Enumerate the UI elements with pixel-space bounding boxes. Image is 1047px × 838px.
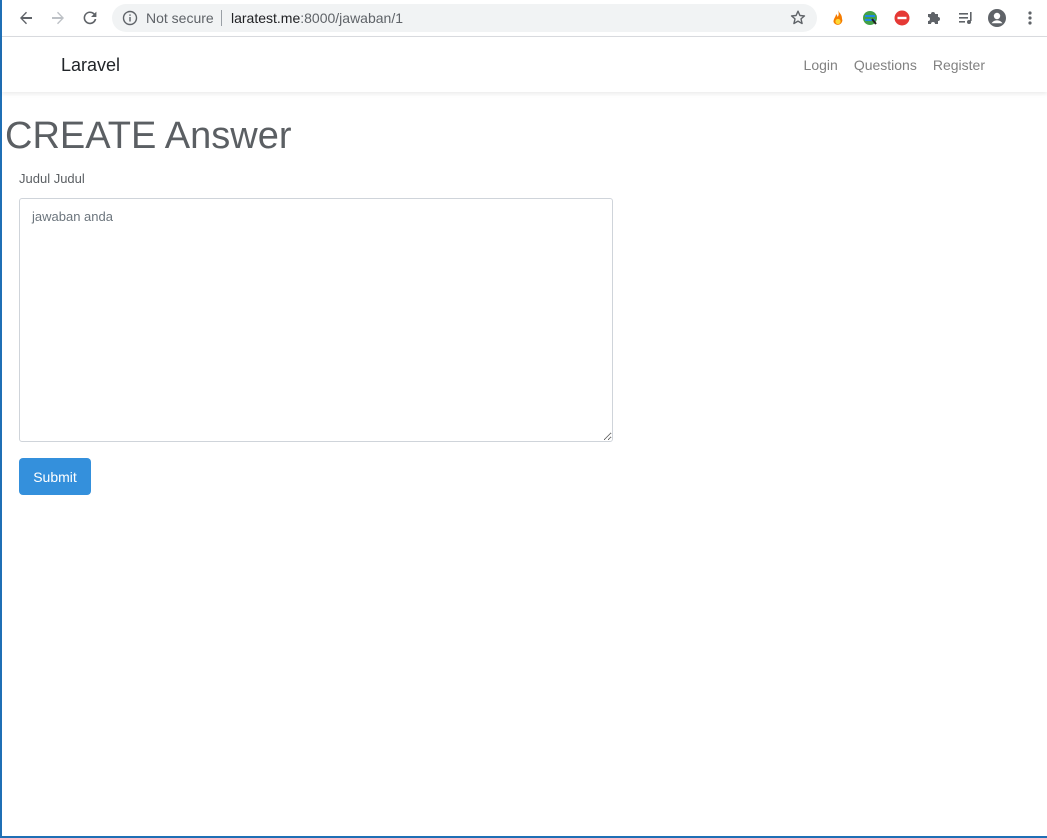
back-button[interactable] bbox=[14, 6, 38, 30]
omnibox-separator bbox=[221, 10, 222, 26]
security-label: Not secure bbox=[146, 10, 214, 26]
url-text[interactable]: laratest.me:8000/jawaban/1 bbox=[231, 10, 403, 26]
brand-link[interactable]: Laravel bbox=[61, 54, 120, 76]
extensions-button[interactable] bbox=[924, 8, 944, 28]
url-path: :8000/jawaban/1 bbox=[300, 10, 404, 26]
question-title-label: Judul Judul bbox=[19, 171, 85, 186]
reload-icon bbox=[83, 11, 97, 25]
page-title: CREATE Answer bbox=[5, 115, 292, 157]
nav-login-link[interactable]: Login bbox=[804, 56, 838, 74]
info-icon[interactable] bbox=[122, 10, 138, 26]
profile-button[interactable] bbox=[987, 8, 1007, 28]
bookmark-star-icon[interactable] bbox=[789, 9, 807, 27]
extension-fire-icon[interactable] bbox=[828, 8, 848, 28]
back-arrow-icon bbox=[20, 11, 32, 25]
more-vert-icon bbox=[1028, 11, 1032, 25]
nav-questions-link[interactable]: Questions bbox=[854, 56, 917, 74]
app-navbar: Laravel Login Questions Register bbox=[2, 37, 1047, 92]
reload-button[interactable] bbox=[78, 6, 102, 30]
answer-textarea[interactable] bbox=[19, 198, 613, 442]
media-control-button[interactable] bbox=[956, 8, 976, 28]
nav-register-link[interactable]: Register bbox=[933, 56, 985, 74]
globe-download-icon bbox=[863, 11, 877, 25]
playlist-icon bbox=[959, 12, 972, 24]
browser-menu-button[interactable] bbox=[1020, 8, 1040, 28]
extension-block-icon[interactable] bbox=[892, 8, 912, 28]
submit-button[interactable]: Submit bbox=[19, 458, 91, 495]
puzzle-icon bbox=[928, 12, 940, 24]
stop-icon bbox=[894, 10, 910, 26]
browser-window: Not secure laratest.me:8000/jawaban/1 La… bbox=[0, 0, 1047, 838]
browser-toolbar: Not secure laratest.me:8000/jawaban/1 bbox=[2, 0, 1047, 37]
url-host: laratest.me bbox=[231, 10, 301, 26]
forward-button[interactable] bbox=[46, 6, 70, 30]
account-icon bbox=[988, 9, 1006, 27]
forward-arrow-icon bbox=[52, 11, 64, 25]
fire-icon bbox=[833, 10, 843, 25]
address-bar[interactable]: Not secure laratest.me:8000/jawaban/1 bbox=[112, 4, 817, 32]
extension-globe-icon[interactable] bbox=[860, 8, 880, 28]
nav-links: Login Questions Register bbox=[804, 56, 985, 74]
